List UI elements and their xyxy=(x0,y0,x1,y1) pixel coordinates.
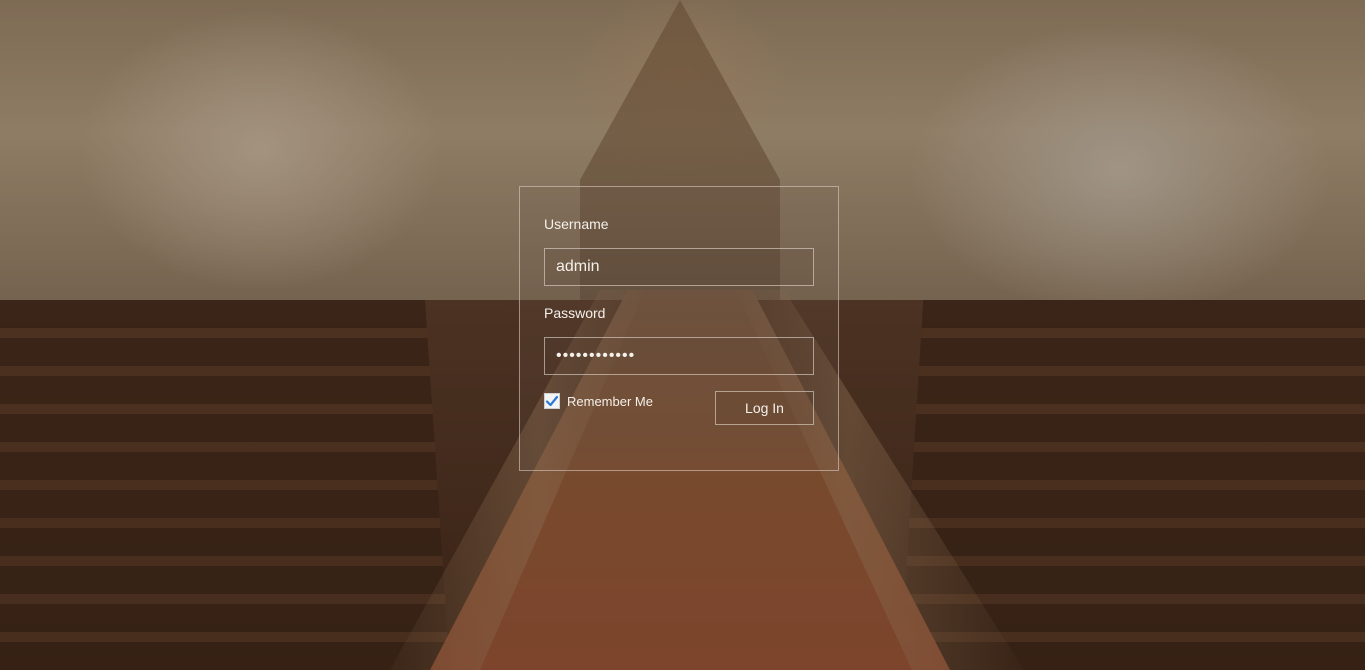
login-button[interactable]: Log In xyxy=(715,391,814,425)
login-form: Username Password Remember Me Log In xyxy=(519,186,839,471)
remember-me-checkbox[interactable]: Remember Me xyxy=(544,393,653,409)
username-input[interactable] xyxy=(544,248,814,286)
checkmark-icon xyxy=(545,395,559,407)
password-label: Password xyxy=(544,305,606,321)
username-label: Username xyxy=(544,216,609,232)
checkbox-box[interactable] xyxy=(544,393,560,409)
remember-me-label: Remember Me xyxy=(567,393,653,409)
password-input[interactable] xyxy=(544,337,814,375)
